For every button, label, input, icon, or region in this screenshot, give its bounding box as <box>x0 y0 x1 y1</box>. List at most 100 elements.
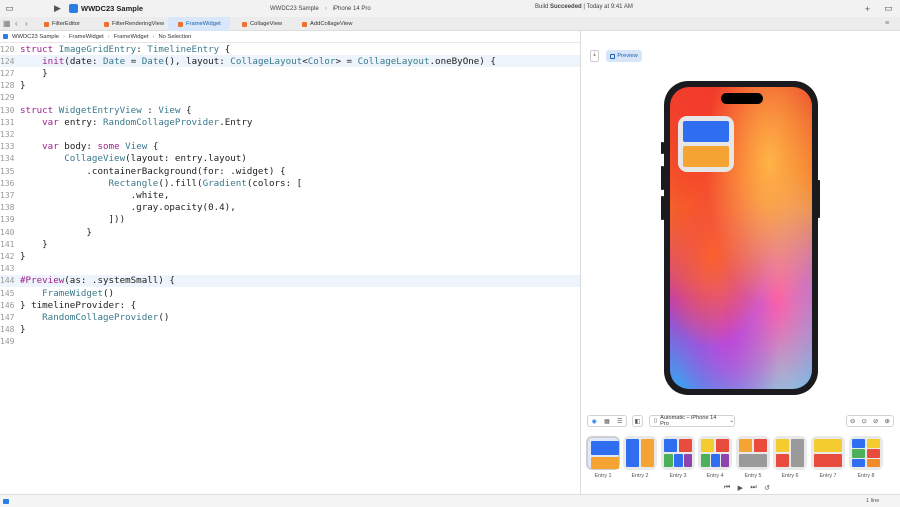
code-line[interactable]: 131 var entry: RandomCollageProvider.Ent… <box>0 116 580 128</box>
code-line[interactable]: 129 <box>0 92 580 104</box>
pin-icon[interactable]: ⇣ <box>590 50 599 62</box>
code-line[interactable]: 144 #Preview(as: .systemSmall) { <box>0 274 580 287</box>
line-number: 148 <box>0 325 15 335</box>
line-number: 132 <box>0 129 15 139</box>
zoom-actual-icon[interactable]: ⊘ <box>873 417 878 425</box>
code-line[interactable]: 148} <box>0 324 580 336</box>
code-line[interactable]: 149 <box>0 336 580 348</box>
line-number: 133 <box>0 142 15 152</box>
add-icon[interactable]: + <box>862 3 873 14</box>
collage-tile <box>701 439 714 452</box>
chevron-down-icon: ⌄ <box>729 418 734 424</box>
line-number: 128 <box>0 81 15 91</box>
tab-collage-view[interactable]: CollageView <box>240 17 298 31</box>
zoom-in-icon[interactable]: ⊕ <box>885 417 890 425</box>
live-mode-icon[interactable]: ◉ <box>592 418 597 425</box>
device-selector[interactable]: ▯ Automatic – iPhone 14 Pro ⌄ <box>649 415 735 427</box>
run-button-icon[interactable]: ▶ <box>52 3 63 14</box>
breadcrumb-separator: › <box>63 33 65 40</box>
code-text: FrameWidget() <box>42 287 115 299</box>
breadcrumb-project[interactable]: WWDC23 Sample <box>12 34 59 40</box>
collage-tile <box>852 459 865 467</box>
code-line[interactable]: 133 var body: some View { <box>0 141 580 153</box>
code-line[interactable]: 128} <box>0 80 580 92</box>
loop-icon[interactable]: ↺ <box>764 484 770 494</box>
next-entry-icon[interactable]: ⏭ <box>750 484 756 494</box>
entry-thumbnail[interactable] <box>736 436 770 470</box>
code-line[interactable]: 137 .white, <box>0 189 580 201</box>
forward-icon[interactable]: › <box>25 19 28 28</box>
code-line[interactable]: 142} <box>0 250 580 262</box>
variants-icon[interactable]: ◧ <box>632 415 643 427</box>
code-line[interactable]: 120 struct ImageGridEntry: TimelineEntry … <box>0 43 580 55</box>
code-line[interactable]: 145 FrameWidget() <box>0 287 580 299</box>
play-icon[interactable]: ▶ <box>738 484 743 494</box>
device-icon: ▯ <box>654 418 658 424</box>
collage-tile <box>867 439 880 448</box>
line-number: 143 <box>0 264 15 274</box>
breadcrumb-file[interactable]: FrameWidget <box>114 34 149 40</box>
project-icon <box>3 34 8 39</box>
preview-button[interactable]: Preview <box>606 50 642 62</box>
preview-icon <box>610 53 616 59</box>
code-line[interactable]: 140 } <box>0 226 580 238</box>
entry-thumbnail[interactable] <box>623 436 657 470</box>
breadcrumb: WWDC23 Sample › FrameWidget › FrameWidge… <box>0 31 580 43</box>
code-line[interactable]: 147 RandomCollageProvider() <box>0 311 580 323</box>
tab-add-collage-view[interactable]: AddCollageView <box>300 17 370 31</box>
scheme-target[interactable]: WWDC23 Sample <box>270 6 319 12</box>
swift-file-icon <box>242 21 247 27</box>
grid-icon[interactable]: ▦ <box>3 19 11 28</box>
entry-thumbnail[interactable] <box>661 436 695 470</box>
code-line[interactable]: 146} timelineProvider: { <box>0 299 580 311</box>
code-text: ])) <box>20 214 126 226</box>
entry-thumbnail[interactable] <box>773 436 807 470</box>
code-line[interactable]: 132 <box>0 128 580 140</box>
sidebar-toggle-icon[interactable]: ▭ <box>4 3 15 14</box>
zoom-controls[interactable]: ⊖ ⊙ ⊘ ⊕ <box>846 415 894 427</box>
code-line[interactable]: 138 .gray.opacity(0.4), <box>0 202 580 214</box>
code-line[interactable]: 135 .containerBackground(for: .widget) { <box>0 165 580 177</box>
entry-thumbnail[interactable] <box>849 436 883 470</box>
code-line[interactable]: 127 } <box>0 67 580 79</box>
code-text: .containerBackground(for: .widget) { <box>20 165 286 177</box>
list-mode-icon[interactable]: ☰ <box>617 418 622 425</box>
collage-tile <box>721 454 729 467</box>
grid-mode-icon[interactable]: ▦ <box>604 418 610 425</box>
code-line[interactable]: 136 Rectangle().fill(Gradient(colors: [ <box>0 177 580 189</box>
entry-thumbnail[interactable] <box>698 436 732 470</box>
code-line[interactable]: 141 } <box>0 238 580 250</box>
zoom-out-icon[interactable]: ⊖ <box>850 417 855 425</box>
code-text: } <box>20 80 26 92</box>
breadcrumb-selection[interactable]: No Selection <box>158 34 191 40</box>
playback-controls: ⏮ ▶ ⏭ ↺ <box>724 484 770 494</box>
tab-frame-widget[interactable]: FrameWidget <box>168 17 230 31</box>
line-number: 149 <box>0 337 15 347</box>
code-line[interactable]: 134 CollageView(layout: entry.layout) <box>0 153 580 165</box>
tab-overflow-icon[interactable]: ≡ <box>885 20 889 27</box>
collage-tile <box>674 454 683 467</box>
debug-area-icon[interactable] <box>3 499 9 504</box>
collage-tile <box>814 439 842 452</box>
collage-tile <box>684 454 692 467</box>
zoom-fit-icon[interactable]: ⊙ <box>862 417 867 425</box>
code-editor[interactable]: 120 struct ImageGridEntry: TimelineEntry … <box>0 43 580 493</box>
code-text: RandomCollageProvider() <box>42 311 170 323</box>
code-line[interactable]: 139 ])) <box>0 214 580 226</box>
entry-thumbnail[interactable] <box>586 436 620 470</box>
dynamic-island <box>721 93 763 104</box>
scheme-device[interactable]: iPhone 14 Pro <box>333 6 371 12</box>
back-icon[interactable]: ‹ <box>15 19 18 28</box>
inspector-toggle-icon[interactable]: ▭ <box>883 3 894 14</box>
canvas-mode-selector[interactable]: ◉ ▦ ☰ <box>587 415 627 427</box>
code-line[interactable]: 124 init(date: Date = Date(), layout: Co… <box>0 55 580 68</box>
code-line[interactable]: 130 struct WidgetEntryView : View { <box>0 104 580 116</box>
entry-thumbnail[interactable] <box>811 436 845 470</box>
line-number: 124 <box>0 56 15 66</box>
entry-label: Entry 5 <box>744 473 762 479</box>
code-line[interactable]: 143 <box>0 263 580 275</box>
tab-filter-editor[interactable]: FilterEditor <box>38 17 108 31</box>
previous-entry-icon[interactable]: ⏮ <box>724 484 730 494</box>
breadcrumb-folder[interactable]: FrameWidget <box>69 34 104 40</box>
tab-filter-rendering-view[interactable]: FilterRenderingView <box>100 17 168 31</box>
